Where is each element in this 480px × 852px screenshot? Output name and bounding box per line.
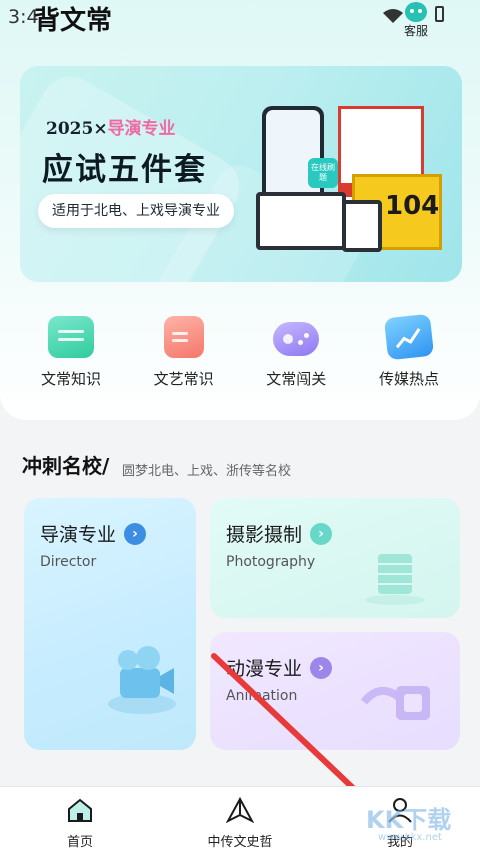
film-camera-icon <box>108 646 176 714</box>
chevron-right-icon: › <box>124 522 147 545</box>
online-quiz-badge: 在线刷题 <box>308 158 338 188</box>
book-number: 104 <box>385 191 440 221</box>
category-label: 文常闯关 <box>266 370 327 388</box>
trend-icon <box>383 313 435 361</box>
customer-service-label: 客服 <box>403 24 428 38</box>
director-card[interactable]: 导演专业 › Director <box>24 498 196 750</box>
category-label: 文常知识 <box>40 370 101 388</box>
battery-icon <box>435 6 444 22</box>
category-challenge[interactable]: 文常闯关 <box>241 316 351 396</box>
card-subtitle: Animation <box>226 688 298 704</box>
category-literary-common-sense[interactable]: 文艺常识 <box>129 316 239 396</box>
watermark-logo: KK下载 <box>366 806 452 834</box>
photography-card[interactable]: 摄影摄制 › Photography <box>210 498 460 618</box>
card-subtitle: Director <box>40 554 97 570</box>
laptop-image <box>256 192 346 250</box>
layers-icon <box>365 554 425 605</box>
notes-icon <box>48 316 94 358</box>
document-icon <box>163 316 204 358</box>
card-title-text: 摄影摄制 <box>226 524 303 546</box>
section-title: 冲刺名校/ <box>22 454 110 478</box>
tab-home[interactable]: 首页 <box>0 787 160 852</box>
category-grid: 文常知识 文艺常识 文常闯关 传媒热点 <box>16 313 464 396</box>
film-strip-icon <box>360 686 430 720</box>
banner-headline: 应试五件套 <box>42 152 207 188</box>
card-title: 摄影摄制 › <box>226 520 333 547</box>
category-media-hotspots[interactable]: 传媒热点 <box>354 313 464 396</box>
category-label: 文艺常识 <box>153 370 214 388</box>
animation-card[interactable]: 动漫专业 › Animation <box>210 632 460 750</box>
watermark-url: www.kkx.net <box>378 832 442 843</box>
tab-label: 首页 <box>66 835 93 850</box>
chevron-right-icon: › <box>310 656 333 679</box>
banner-year-text: 2025× <box>46 119 108 139</box>
card-title-text: 导演专业 <box>40 524 117 546</box>
card-title: 动漫专业 › <box>226 654 333 681</box>
card-title: 导演专业 › <box>40 520 147 547</box>
banner-subtitle-pill: 适用于北电、上戏导演专业 <box>38 194 234 228</box>
card-title-text: 动漫专业 <box>226 658 303 680</box>
customer-service-icon <box>405 2 427 22</box>
banner-year-tag: 导演专业 <box>107 119 176 139</box>
card-subtitle: Photography <box>226 554 316 570</box>
tab-label: 中传文史哲 <box>207 835 273 850</box>
gamepad-icon <box>273 322 320 356</box>
tab-cuc-literature-history-philosophy[interactable]: 中传文史哲 <box>160 787 320 852</box>
customer-service-button[interactable]: 客服 <box>396 2 436 39</box>
promo-banner[interactable]: 2025×导演专业 应试五件套 适用于北电、上戏导演专业 104 在线刷题 <box>20 66 462 282</box>
category-wenchang-knowledge[interactable]: 文常知识 <box>16 316 126 396</box>
home-icon <box>68 798 92 822</box>
section-subtitle: 圆梦北电、上戏、浙传等名校 <box>122 464 292 479</box>
compass-icon <box>225 796 255 824</box>
app-title: 背文常 <box>34 6 113 36</box>
category-label: 传媒热点 <box>378 370 439 388</box>
chevron-right-icon: › <box>310 522 333 545</box>
tablet-image <box>342 200 382 252</box>
banner-year: 2025×导演专业 <box>46 114 176 139</box>
